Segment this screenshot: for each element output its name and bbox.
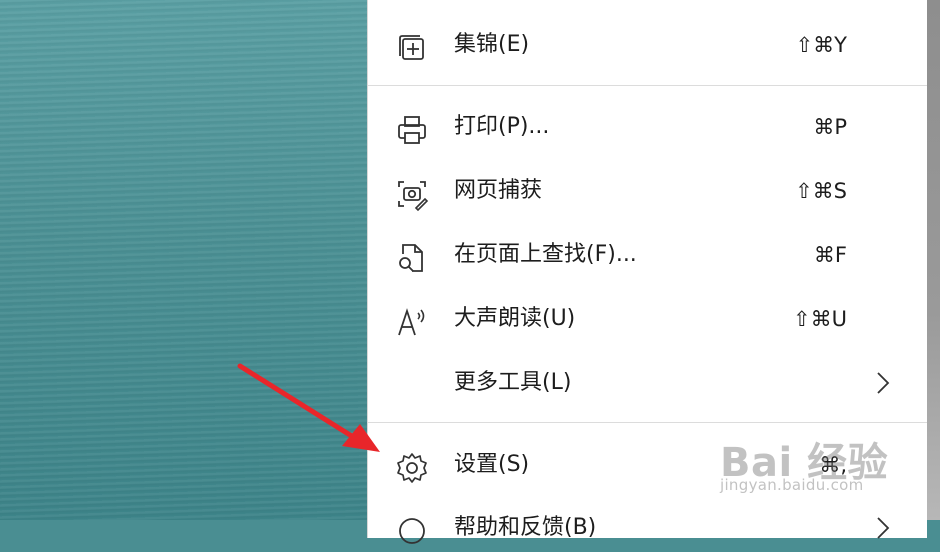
- find-on-page-icon: [399, 244, 423, 272]
- window-edge: [926, 0, 940, 520]
- menu-item-label: 设置(S): [454, 452, 530, 477]
- menu-item-label: 更多工具(L): [454, 370, 572, 395]
- menu-item-shortcut: ⇧⌘S: [795, 179, 847, 203]
- gear-icon: [397, 453, 427, 483]
- menu-item-find-on-page[interactable]: 在页面上查找(F)... ⌘F: [368, 231, 927, 279]
- menu-item-collections[interactable]: 集锦(E) ⇧⌘Y: [368, 21, 927, 69]
- menu-item-shortcut: ⌘P: [813, 115, 847, 139]
- print-icon: [398, 116, 426, 144]
- menu-item-label: 集锦(E): [454, 32, 530, 57]
- read-aloud-icon: [398, 308, 425, 336]
- menu-divider: [368, 85, 927, 86]
- baidu-jingyan-watermark: Bai 经验 jingyan.baidu.com: [720, 418, 910, 500]
- chevron-right-icon: [877, 372, 890, 394]
- menu-item-web-capture[interactable]: 网页捕获 ⇧⌘S: [368, 167, 927, 215]
- help-icon: [399, 518, 425, 544]
- menu-item-shortcut: ⇧⌘U: [793, 307, 847, 331]
- menu-item-shortcut: ⌘F: [813, 243, 847, 267]
- menu-item-print[interactable]: 打印(P)... ⌘P: [368, 103, 927, 151]
- red-arrow-annotation: [237, 363, 380, 452]
- web-capture-icon: [398, 181, 429, 212]
- collections-icon: [399, 35, 424, 60]
- menu-item-label: 打印(P)...: [454, 114, 550, 139]
- menu-item-label: 网页捕获: [454, 178, 543, 203]
- menu-item-label: 大声朗读(U): [454, 306, 576, 331]
- menu-item-more-tools[interactable]: 更多工具(L): [368, 359, 927, 407]
- menu-item-label: 帮助和反馈(B): [454, 515, 597, 540]
- menu-item-read-aloud[interactable]: 大声朗读(U) ⇧⌘U: [368, 295, 927, 343]
- menu-item-shortcut: ⇧⌘Y: [795, 33, 847, 57]
- menu-item-help-feedback[interactable]: 帮助和反馈(B): [368, 504, 927, 552]
- menu-item-label: 在页面上查找(F)...: [454, 242, 637, 267]
- watermark-url: jingyan.baidu.com: [720, 476, 864, 494]
